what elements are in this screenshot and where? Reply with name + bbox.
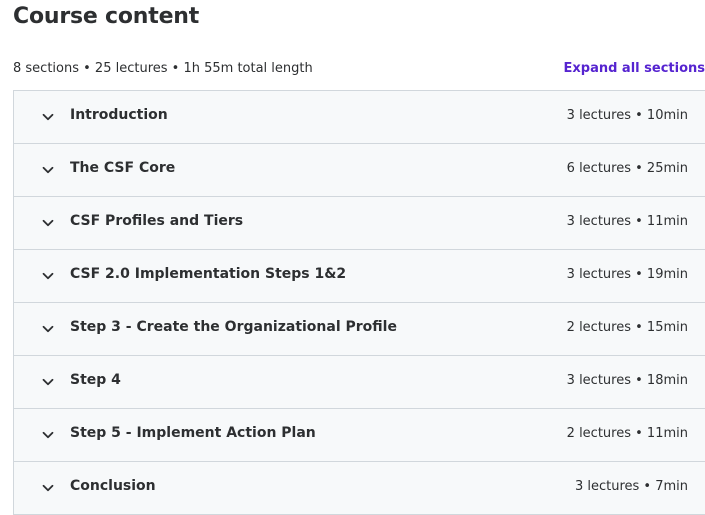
section-meta: 2 lectures • 11min	[566, 426, 688, 441]
section-title: Step 4	[70, 372, 121, 388]
section-header-csf-core[interactable]: The CSF Core 6 lectures • 25min	[14, 144, 705, 197]
course-summary-row: 8 sections • 25 lectures • 1h 55m total …	[13, 61, 705, 79]
section-meta: 2 lectures • 15min	[566, 320, 688, 335]
section-title: CSF 2.0 Implementation Steps 1&2	[70, 266, 347, 282]
section-title: Step 5 - Implement Action Plan	[70, 425, 316, 441]
section-meta: 3 lectures • 18min	[566, 373, 688, 388]
chevron-down-icon	[41, 110, 55, 124]
chevron-down-icon	[41, 269, 55, 283]
section-header-step-4[interactable]: Step 4 3 lectures • 18min	[14, 356, 705, 409]
chevron-down-icon	[41, 322, 55, 336]
section-meta: 6 lectures • 25min	[566, 161, 688, 176]
section-header-step-3[interactable]: Step 3 - Create the Organizational Profi…	[14, 303, 705, 356]
section-header-implementation-steps-1-2[interactable]: CSF 2.0 Implementation Steps 1&2 3 lectu…	[14, 250, 705, 303]
chevron-down-icon	[41, 481, 55, 495]
section-meta: 3 lectures • 19min	[566, 267, 688, 282]
section-header-introduction[interactable]: Introduction 3 lectures • 10min	[14, 91, 705, 144]
section-list: Introduction 3 lectures • 10min The CSF …	[13, 90, 705, 515]
chevron-down-icon	[41, 375, 55, 389]
expand-all-sections-button[interactable]: Expand all sections	[564, 61, 705, 76]
section-meta: 3 lectures • 7min	[574, 479, 688, 494]
chevron-down-icon	[41, 428, 55, 442]
course-summary: 8 sections • 25 lectures • 1h 55m total …	[13, 61, 313, 76]
section-title: The CSF Core	[70, 160, 176, 176]
section-header-conclusion[interactable]: Conclusion 3 lectures • 7min	[14, 462, 705, 515]
section-title: Step 3 - Create the Organizational Profi…	[70, 319, 397, 335]
chevron-down-icon	[41, 163, 55, 177]
section-title: Conclusion	[70, 478, 156, 494]
section-meta: 3 lectures • 11min	[566, 214, 688, 229]
section-title: Introduction	[70, 107, 168, 123]
section-title: CSF Profiles and Tiers	[70, 213, 244, 229]
section-meta: 3 lectures • 10min	[566, 108, 688, 123]
section-header-csf-profiles-tiers[interactable]: CSF Profiles and Tiers 3 lectures • 11mi…	[14, 197, 705, 250]
section-header-step-5[interactable]: Step 5 - Implement Action Plan 2 lecture…	[14, 409, 705, 462]
chevron-down-icon	[41, 216, 55, 230]
page-title: Course content	[13, 4, 200, 29]
